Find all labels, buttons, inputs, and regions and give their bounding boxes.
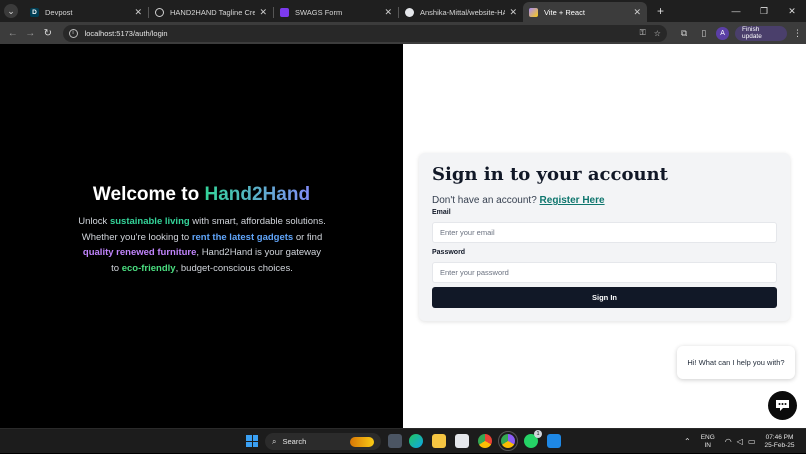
vite-icon xyxy=(529,7,538,17)
highlight-sustainable: sustainable living xyxy=(109,216,190,227)
chat-greeting-bubble: Hi! What can I help you with? xyxy=(677,346,795,379)
close-tab-icon[interactable]: ✕ xyxy=(509,7,517,18)
search-icon: ⌕ xyxy=(272,436,277,446)
password-field[interactable]: Enter your password xyxy=(432,262,777,283)
sidebar-icon[interactable]: ▯ xyxy=(701,28,706,39)
tab-title: Vite + React xyxy=(544,7,585,17)
window-controls: — ❐ ✕ xyxy=(722,0,806,22)
system-tray: ⌃ ENG IN ◠ ◁ ▭ 07:46 PM 25-Feb-25 xyxy=(684,429,795,454)
email-label: Email xyxy=(432,209,451,216)
profile-avatar[interactable]: A xyxy=(716,26,729,40)
taskbar: ⌕ Search 1 ⌃ ENG IN ◠ ◁ ▭ 07:46 PM 25-Fe… xyxy=(0,428,806,453)
whatsapp-icon[interactable]: 1 xyxy=(524,430,542,448)
volume-icon[interactable]: ◁ xyxy=(737,437,743,446)
tab-github[interactable]: Anshika-Mittal/website-HAND2HAND ✕ xyxy=(399,2,523,22)
store-icon[interactable] xyxy=(455,434,469,448)
tab-title: SWAGS Form xyxy=(295,7,343,17)
tagline-text: , budget-conscious choices. xyxy=(175,262,293,274)
tab-search-icon[interactable]: ⌄ xyxy=(4,4,18,18)
hero-panel: Welcome to Hand2Hand Unlock sustainable … xyxy=(0,44,403,428)
restore-icon[interactable]: ❐ xyxy=(750,6,778,17)
tab-title: HAND2HAND Tagline Creation xyxy=(170,7,256,17)
welcome-heading: Welcome to Hand2Hand xyxy=(0,184,403,206)
github-icon xyxy=(405,7,414,17)
chat-icon xyxy=(776,399,789,411)
email-field[interactable]: Enter your email xyxy=(432,222,777,243)
back-icon[interactable]: ← xyxy=(4,28,22,39)
minimize-icon[interactable]: — xyxy=(722,6,750,16)
highlight-eco: eco-friendly xyxy=(121,262,176,274)
whatsapp-badge: 1 xyxy=(534,430,542,438)
close-tab-icon[interactable]: ✕ xyxy=(633,7,641,18)
browser-toolbar: ← → ↻ i localhost:5173/auth/login ⚿ ☆ ⧉ … xyxy=(0,22,806,44)
clock-date: 25-Feb-25 xyxy=(764,441,795,449)
search-highlight-icon xyxy=(350,436,374,447)
battery-icon[interactable]: ▭ xyxy=(748,437,756,446)
page-content: Welcome to Hand2Hand Unlock sustainable … xyxy=(0,44,806,428)
vscode-icon[interactable] xyxy=(547,434,561,448)
windows-start-icon[interactable] xyxy=(246,435,258,447)
language-code: ENG xyxy=(700,433,715,441)
devpost-icon: D xyxy=(30,7,39,17)
register-prompt: Don't have an account? Register Here xyxy=(432,195,605,206)
password-key-icon[interactable]: ⚿ xyxy=(640,28,646,38)
welcome-prefix: Welcome to xyxy=(92,184,205,205)
search-label: Search xyxy=(282,437,307,446)
close-tab-icon[interactable]: ✕ xyxy=(134,7,142,18)
tab-devpost[interactable]: D Devpost ✕ xyxy=(24,2,148,22)
close-tab-icon[interactable]: ✕ xyxy=(259,7,267,18)
login-title: Sign in to your account xyxy=(432,164,668,185)
tab-swags-form[interactable]: SWAGS Form ✕ xyxy=(274,2,398,22)
no-account-text: Don't have an account? xyxy=(432,195,540,206)
sign-in-button[interactable]: Sign In xyxy=(432,287,777,308)
hero-tagline: Unlock sustainable living with smart, af… xyxy=(78,214,326,276)
reload-icon[interactable]: ↻ xyxy=(39,28,57,39)
highlight-gadgets: rent the latest gadgets xyxy=(191,231,294,243)
clock-time: 07:46 PM xyxy=(765,433,794,441)
tab-tagline-creation[interactable]: HAND2HAND Tagline Creation ✕ xyxy=(149,2,273,22)
file-explorer-icon[interactable] xyxy=(432,434,446,448)
browser-tab-strip: ⌄ D Devpost ✕ HAND2HAND Tagline Creation… xyxy=(0,0,806,22)
finish-update-button[interactable]: Finish update xyxy=(734,25,787,41)
password-label: Password xyxy=(432,249,466,256)
chrome-icon[interactable] xyxy=(478,434,492,448)
chevron-up-icon[interactable]: ⌃ xyxy=(684,437,691,446)
url-text[interactable]: localhost:5173/auth/login xyxy=(85,29,632,38)
tab-title: Devpost xyxy=(45,7,73,17)
login-panel: Sign in to your account Don't have an ac… xyxy=(403,44,806,428)
chatgpt-icon xyxy=(155,7,164,17)
close-tab-icon[interactable]: ✕ xyxy=(384,7,392,18)
close-window-icon[interactable]: ✕ xyxy=(778,6,806,17)
register-link[interactable]: Register Here xyxy=(540,195,605,206)
address-bar[interactable]: i localhost:5173/auth/login ⚿ ☆ xyxy=(62,24,667,42)
more-menu-icon[interactable]: ⋮ xyxy=(793,28,802,39)
new-tab-button[interactable]: + xyxy=(657,4,664,18)
highlight-furniture: quality renewed furniture xyxy=(82,247,197,258)
wifi-icon[interactable]: ◠ xyxy=(725,437,732,446)
tab-title: Anshika-Mittal/website-HAND2HAND xyxy=(420,7,506,17)
brand-name: Hand2Hand xyxy=(204,184,311,205)
clock[interactable]: 07:46 PM 25-Feb-25 xyxy=(765,434,795,450)
login-card: Sign in to your account Don't have an ac… xyxy=(419,153,790,321)
task-view-icon[interactable] xyxy=(388,434,402,448)
site-info-icon[interactable]: i xyxy=(68,28,78,38)
tagline-text: Unlock xyxy=(78,216,110,227)
forms-icon xyxy=(280,7,289,17)
tagline-text: or find xyxy=(293,231,323,243)
chat-launcher-button[interactable] xyxy=(768,391,797,420)
language-indicator[interactable]: ENG IN xyxy=(701,434,715,450)
taskbar-search[interactable]: ⌕ Search xyxy=(265,433,381,450)
bookmark-star-icon[interactable]: ☆ xyxy=(654,29,661,38)
forward-icon[interactable]: → xyxy=(22,28,40,39)
edge-icon[interactable] xyxy=(409,434,423,448)
tab-vite-react[interactable]: Vite + React ✕ xyxy=(523,2,647,22)
extensions-icon[interactable]: ⧉ xyxy=(681,28,687,39)
region-code: IN xyxy=(704,441,712,449)
chrome-profile-icon[interactable] xyxy=(498,431,518,451)
